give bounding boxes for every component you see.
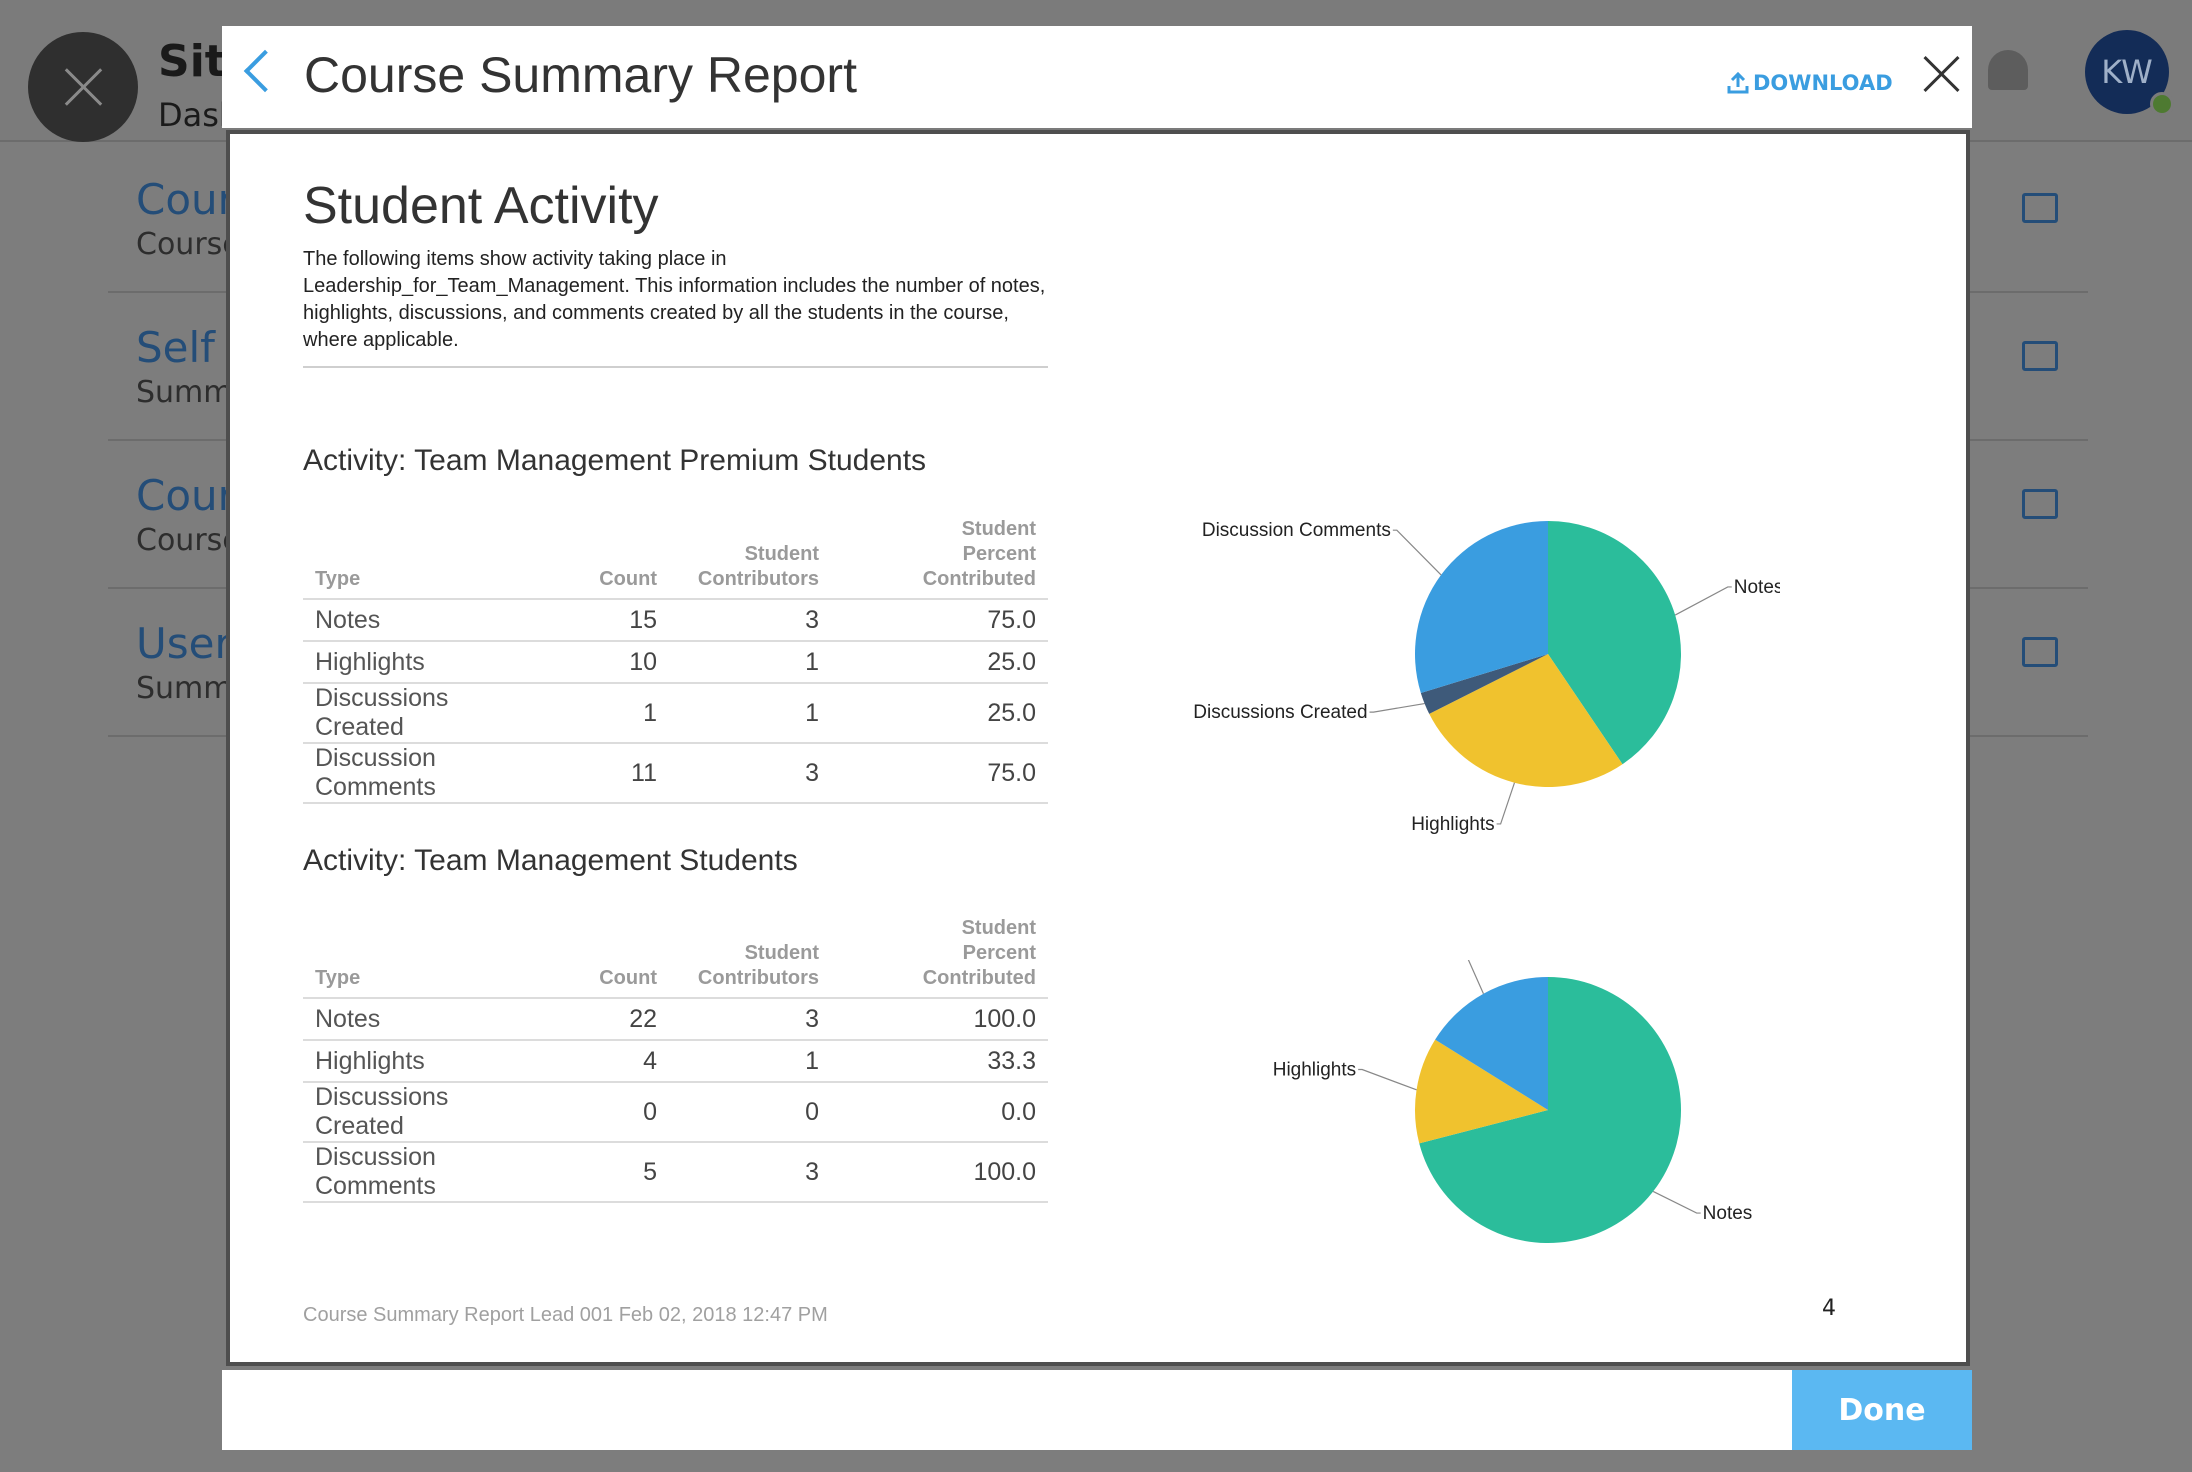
external-link-icon[interactable]: [2022, 341, 2058, 371]
column-header-type: Type: [303, 916, 547, 999]
table-row: Notes 15 3 75.0: [303, 599, 1048, 642]
download-button[interactable]: DOWNLOAD: [1727, 66, 1893, 100]
close-icon[interactable]: [1912, 46, 1972, 106]
upload-icon: [1727, 71, 1749, 94]
cell-contributors: 1: [669, 641, 831, 684]
cell-count: 15: [547, 599, 669, 642]
external-link-icon[interactable]: [2022, 489, 2058, 519]
external-link-icon[interactable]: [2022, 637, 2058, 667]
activity-table: Type Count Student Contributors Student Pe…: [303, 916, 1048, 1203]
table-header-row: Type Count Student Contributors Student Pe…: [303, 517, 1048, 600]
cell-contributors: 3: [669, 1142, 831, 1203]
cell-type: Discussions Created: [303, 683, 547, 744]
cell-type: Discussions Created: [303, 1082, 547, 1143]
report-page: Student Activity The following items sho…: [230, 134, 1966, 1362]
cell-percent: 33.3: [831, 1040, 1048, 1083]
cell-percent: 75.0: [831, 743, 1048, 804]
done-button[interactable]: Done: [1792, 1370, 1972, 1450]
column-header-contributors: Student Contributors: [669, 916, 831, 999]
cell-count: 0: [547, 1082, 669, 1143]
section-title: Student Activity: [303, 177, 659, 235]
table-title: Activity: Team Management Premium Studen…: [303, 444, 927, 477]
report-list-item-title: User: [136, 619, 232, 668]
report-list-item-subtitle: Summ: [136, 671, 233, 706]
cell-type: Discussion Comments: [303, 1142, 547, 1203]
cell-contributors: 1: [669, 683, 831, 744]
cell-count: 1: [547, 683, 669, 744]
report-footer: Course Summary Report Lead 001 Feb 02, 2…: [303, 1304, 828, 1326]
cell-contributors: 1: [669, 1040, 831, 1083]
modal-header: Course Summary Report DOWNLOAD: [222, 26, 1972, 128]
column-header-contributors: Student Contributors: [669, 517, 831, 600]
cell-percent: 25.0: [831, 641, 1048, 684]
table-header-row: Type Count Student Contributors Student Pe…: [303, 916, 1048, 999]
pie-label: Highlights: [1273, 1060, 1356, 1081]
pie-leader-line: [1392, 529, 1442, 576]
pie-leader-line: [1358, 1068, 1417, 1091]
column-header-count: Count: [547, 916, 669, 999]
back-chevron-icon[interactable]: [243, 49, 287, 93]
report-list-item-title: Self /: [136, 323, 243, 372]
table-row: Notes 22 3 100.0: [303, 998, 1048, 1041]
cell-percent: 0.0: [831, 1082, 1048, 1143]
cell-type: Notes: [303, 998, 547, 1041]
pie-label: Notes: [1734, 577, 1780, 598]
column-header-percent: Student Percent Contributed: [831, 916, 1048, 999]
cell-type: Discussion Comments: [303, 743, 547, 804]
cell-contributors: 3: [669, 743, 831, 804]
cell-count: 11: [547, 743, 669, 804]
pie-leader-line: [1467, 960, 1485, 994]
online-status-dot: [2150, 92, 2174, 116]
pie-label: Highlights: [1411, 814, 1494, 835]
pie-label: Discussion Comments: [1202, 520, 1391, 541]
cell-type: Notes: [303, 599, 547, 642]
column-header-type: Type: [303, 517, 547, 600]
cell-count: 5: [547, 1142, 669, 1203]
download-label: DOWNLOAD: [1753, 71, 1893, 95]
cell-percent: 75.0: [831, 599, 1048, 642]
table-row: Discussion Comments 11 3 75.0: [303, 743, 1048, 804]
modal-title: Course Summary Report: [304, 47, 857, 103]
report-list-item-title: Cour: [136, 175, 235, 224]
pie-leader-line: [1674, 586, 1732, 616]
report-list-item-title: Cour: [136, 471, 235, 520]
cell-contributors: 3: [669, 998, 831, 1041]
pie-leader-line: [1496, 782, 1516, 825]
cell-percent: 100.0: [831, 1142, 1048, 1203]
table-row: Highlights 10 1 25.0: [303, 641, 1048, 684]
report-list-item-subtitle: Summ: [136, 375, 233, 410]
external-link-icon[interactable]: [2022, 193, 2058, 223]
pie-leader-line: [1369, 702, 1425, 713]
cell-count: 22: [547, 998, 669, 1041]
pie-chart: NotesHighlightsDiscussion Comments: [1273, 960, 1753, 1243]
divider: [303, 366, 1048, 368]
cell-contributors: 3: [669, 599, 831, 642]
column-header-count: Count: [547, 517, 669, 600]
activity-table: Type Count Student Contributors Student Pe…: [303, 517, 1048, 804]
table-row: Discussion Comments 5 3 100.0: [303, 1142, 1048, 1203]
pie-label: Notes: [1703, 1203, 1753, 1224]
cell-type: Highlights: [303, 641, 547, 684]
column-header-percent: Student Percent Contributed: [831, 517, 1048, 600]
intro-text: The following items show activity taking…: [303, 248, 1046, 351]
bell-icon[interactable]: [1988, 50, 2028, 90]
close-icon[interactable]: [28, 32, 138, 142]
cell-contributors: 0: [669, 1082, 831, 1143]
table-title: Activity: Team Management Students: [303, 844, 798, 877]
cell-type: Highlights: [303, 1040, 547, 1083]
table-row: Discussions Created 1 1 25.0: [303, 683, 1048, 744]
cell-percent: 25.0: [831, 683, 1048, 744]
cell-count: 4: [547, 1040, 669, 1083]
modal-footer: Done: [222, 1370, 1972, 1450]
pie-leader-line: [1652, 1190, 1701, 1214]
pie-chart: Notes Highlights Discussions Created Discus…: [1193, 520, 1780, 835]
report-list-item-subtitle: Course: [136, 523, 241, 558]
cell-count: 10: [547, 641, 669, 684]
report-list-item-subtitle: Course: [136, 227, 241, 262]
table-row: Highlights 4 1 33.3: [303, 1040, 1048, 1083]
cell-percent: 100.0: [831, 998, 1048, 1041]
page-number: 4: [1822, 1296, 1836, 1321]
pie-label: Discussions Created: [1193, 702, 1367, 723]
table-row: Discussions Created 0 0 0.0: [303, 1082, 1048, 1143]
